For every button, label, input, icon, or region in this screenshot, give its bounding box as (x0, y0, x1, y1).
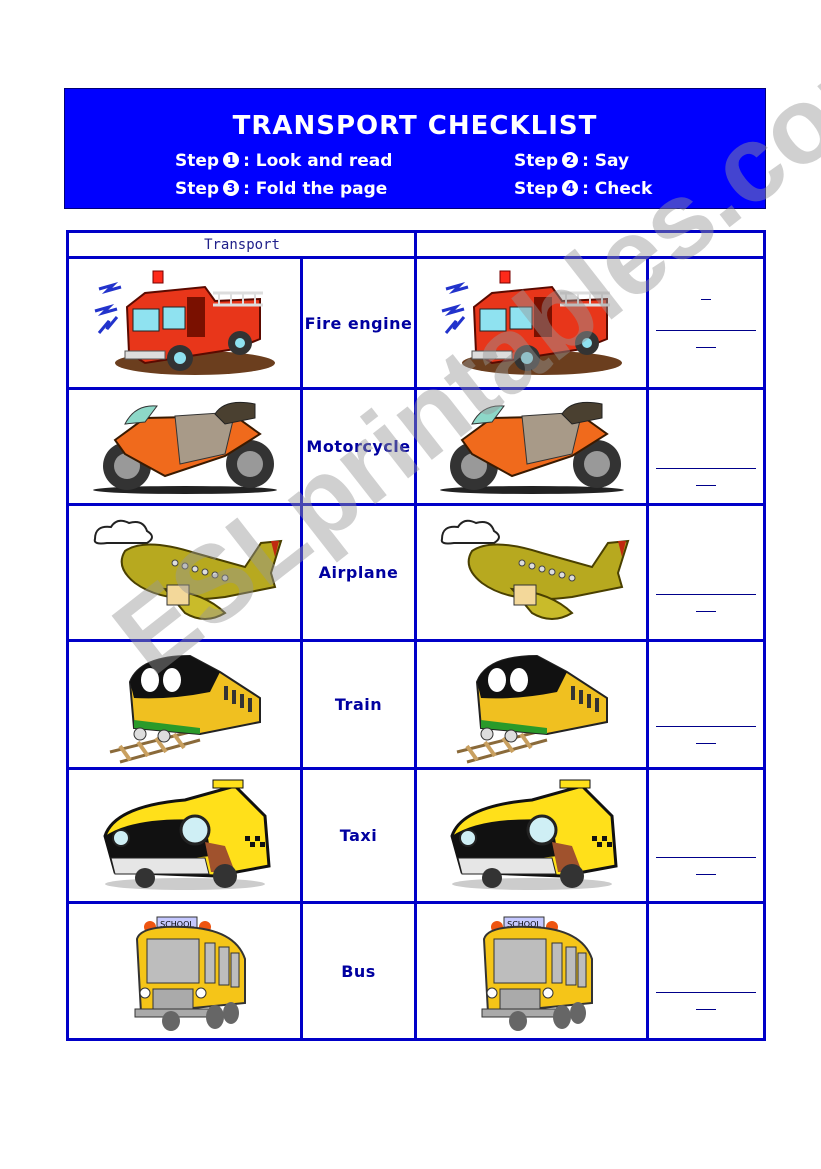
picture-cell-copy (417, 259, 646, 387)
checklist-table: Transport ________________ Fire engine M… (66, 230, 766, 1041)
word-cell: Airplane (303, 506, 414, 639)
transport-word: Train (334, 695, 383, 714)
blank-line (696, 873, 716, 875)
step-1: Step 1: Look and read (175, 151, 392, 171)
blank-line (696, 610, 716, 612)
number-1-icon: 1 (223, 152, 240, 168)
word-cell: Taxi (303, 770, 414, 901)
step-text: : Say (582, 151, 630, 171)
step-2: Step 2: Say (514, 151, 629, 171)
transport-word: Bus (341, 961, 376, 981)
word-cell: Motorcycle (303, 390, 414, 503)
bus-icon: SCHOOL (105, 909, 265, 1034)
step-label: Step (514, 151, 559, 171)
picture-cell-copy (417, 506, 646, 639)
picture-cell-copy (417, 642, 646, 767)
step-text: : Look and read (243, 151, 393, 171)
motorcycle-icon (432, 394, 632, 499)
transport-word: Motorcycle (306, 437, 411, 456)
picture-cell (69, 506, 300, 639)
step-3: Step 3: Fold the page (175, 179, 387, 199)
blank-line (696, 1009, 716, 1010)
transport-word: Taxi (339, 826, 378, 845)
blank-line (656, 992, 756, 993)
header-transport: Transport (204, 237, 280, 253)
number-3-icon: 3 (223, 180, 240, 196)
picture-cell (69, 770, 300, 901)
taxi-icon (85, 776, 285, 896)
fire-engine-icon (85, 263, 285, 383)
blank-line (696, 346, 716, 348)
picture-cell (69, 642, 300, 767)
bus-icon: SCHOOL (452, 909, 612, 1034)
word-cell: Train (303, 642, 414, 767)
fire-engine-icon (432, 263, 632, 383)
word-cell: Bus (303, 904, 414, 1038)
word-cell: Fire engine (303, 259, 414, 387)
motorcycle-icon (85, 394, 285, 499)
blank-line (656, 725, 756, 727)
airplane-icon (432, 513, 632, 633)
answer-blank[interactable] (649, 904, 763, 1068)
transport-word: Airplane (318, 563, 399, 582)
number-4-icon: 4 (562, 180, 579, 196)
picture-cell-copy: SCHOOL (417, 904, 646, 1038)
train-icon (100, 642, 270, 767)
blank-line (656, 593, 756, 595)
step-label: Step (514, 179, 559, 199)
blank-line (701, 298, 711, 300)
step-label: Step (175, 179, 220, 199)
picture-cell-copy (417, 390, 646, 503)
page-title: TRANSPORT CHECKLIST (232, 111, 598, 141)
blank-line (696, 484, 716, 486)
transport-word: Fire engine (304, 313, 413, 333)
blank-line (696, 742, 716, 744)
blank-line (656, 329, 756, 331)
step-text: : Fold the page (243, 179, 388, 199)
blank-line (656, 467, 756, 469)
blank-line (656, 856, 756, 858)
answer-blank[interactable] (649, 259, 763, 387)
step-label: Step (175, 151, 220, 171)
number-2-icon: 2 (562, 152, 579, 168)
step-text: : Check (582, 179, 653, 199)
picture-cell (69, 259, 300, 387)
train-icon (447, 642, 617, 767)
airplane-icon (85, 513, 285, 633)
title-banner: TRANSPORT CHECKLIST Step 1: Look and read… (64, 88, 766, 209)
taxi-icon (432, 776, 632, 896)
picture-cell: SCHOOL (69, 904, 300, 1038)
picture-cell-copy (417, 770, 646, 901)
picture-cell (69, 390, 300, 503)
step-4: Step 4: Check (514, 179, 652, 199)
